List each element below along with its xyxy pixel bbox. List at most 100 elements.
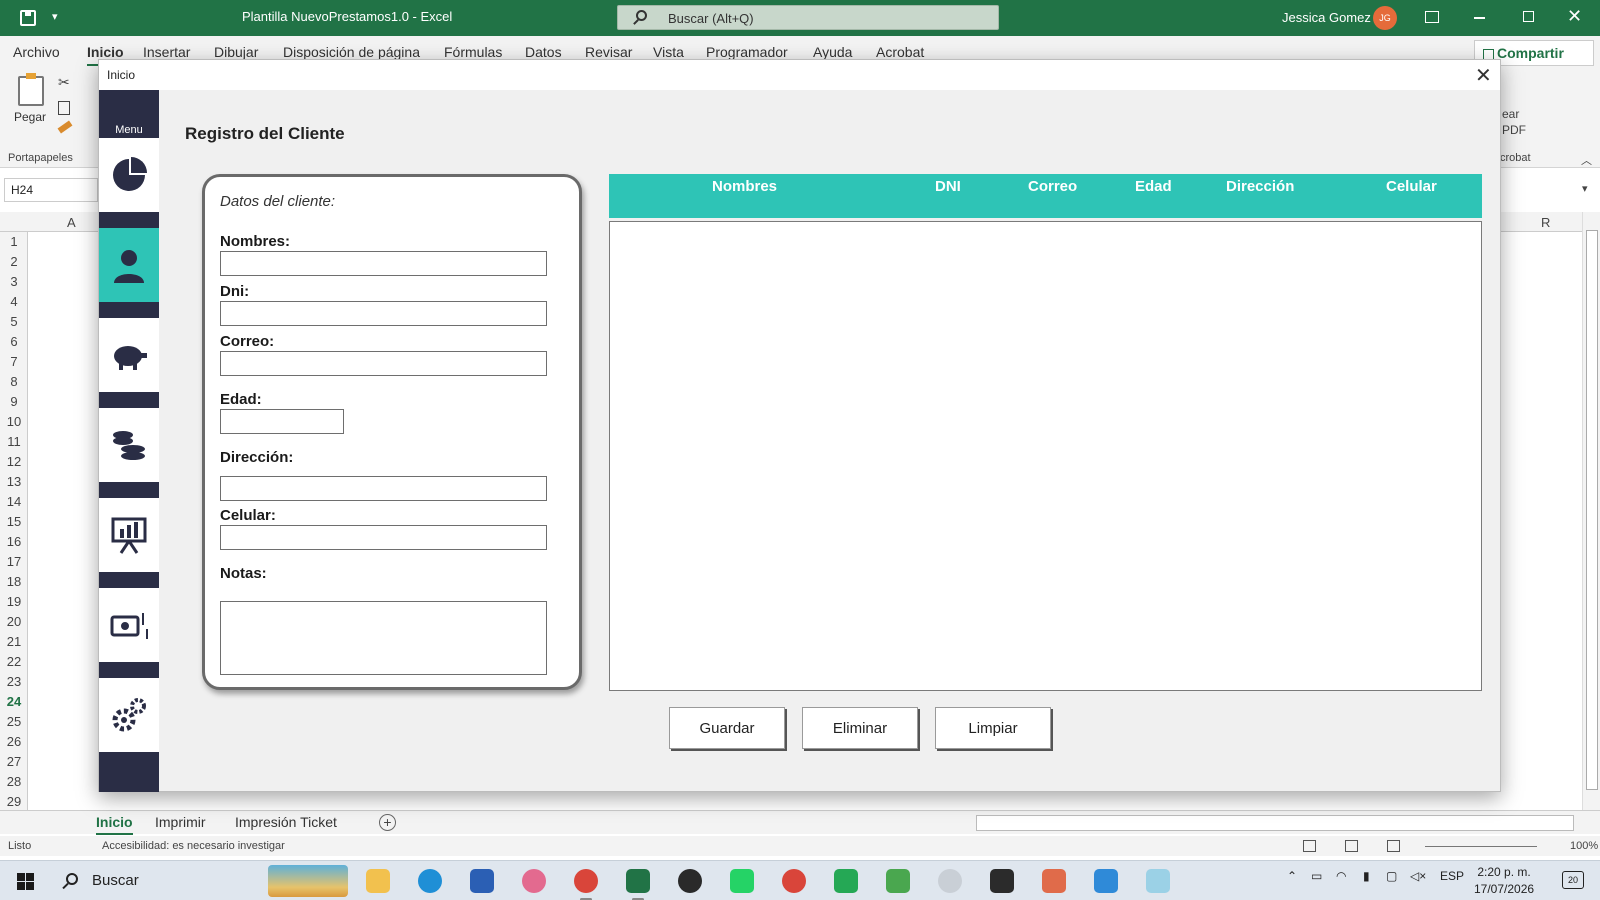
notifications-badge[interactable]: 20 bbox=[1562, 871, 1584, 889]
chrome-profile-icon[interactable] bbox=[782, 869, 806, 893]
row-header[interactable]: 2 bbox=[0, 254, 28, 269]
copy-icon[interactable] bbox=[58, 101, 70, 115]
chrome-profile-2-icon[interactable] bbox=[1042, 869, 1066, 893]
grid-column-nombres[interactable]: Nombres bbox=[712, 178, 777, 195]
wifi-icon[interactable]: ◠ bbox=[1336, 869, 1346, 883]
chrome-icon[interactable] bbox=[574, 869, 598, 900]
limpiar-button[interactable]: Limpiar bbox=[935, 707, 1051, 749]
tab-inicio[interactable]: Inicio bbox=[87, 44, 124, 67]
row-header[interactable]: 16 bbox=[0, 534, 28, 549]
row-header[interactable]: 4 bbox=[0, 294, 28, 309]
excel-icon[interactable] bbox=[626, 869, 650, 900]
grid-column-edad[interactable]: Edad bbox=[1135, 178, 1172, 195]
clock[interactable]: 2:20 p. m. 17/07/2026 bbox=[1474, 864, 1534, 898]
row-header[interactable]: 9 bbox=[0, 394, 28, 409]
row-header[interactable]: 24 bbox=[0, 694, 28, 709]
row-header[interactable]: 5 bbox=[0, 314, 28, 329]
row-header[interactable]: 6 bbox=[0, 334, 28, 349]
edad-input[interactable] bbox=[220, 409, 344, 434]
accessibility-status[interactable]: Accesibilidad: es necesario investigar bbox=[102, 840, 285, 852]
row-header[interactable]: 20 bbox=[0, 614, 28, 629]
correo-input[interactable] bbox=[220, 351, 547, 376]
menu-item-coins[interactable] bbox=[99, 408, 159, 482]
row-header[interactable]: 10 bbox=[0, 414, 28, 429]
notas-textarea[interactable] bbox=[220, 601, 547, 675]
tab-datos[interactable]: Datos bbox=[525, 44, 562, 60]
menu-item-dashboard[interactable] bbox=[99, 138, 159, 212]
volume-muted-icon[interactable]: ◁× bbox=[1410, 869, 1426, 883]
row-header[interactable]: 11 bbox=[0, 434, 28, 449]
sheet-tab-impresion-ticket[interactable]: Impresión Ticket bbox=[235, 814, 337, 830]
tab-revisar[interactable]: Revisar bbox=[585, 44, 632, 60]
row-header[interactable]: 29 bbox=[0, 794, 28, 809]
ribbon-display-options-icon[interactable] bbox=[1425, 11, 1439, 23]
whatsapp-business-icon[interactable] bbox=[834, 869, 858, 893]
celular-input[interactable] bbox=[220, 525, 547, 550]
page-break-view-icon[interactable] bbox=[1387, 840, 1400, 852]
menu-item-clients[interactable] bbox=[99, 228, 159, 302]
normal-view-icon[interactable] bbox=[1303, 840, 1316, 852]
expand-formula-bar-icon[interactable]: ▾ bbox=[1582, 182, 1588, 195]
row-header[interactable]: 1 bbox=[0, 234, 28, 249]
tab-insertar[interactable]: Insertar bbox=[143, 44, 190, 60]
tab-programador[interactable]: Programador bbox=[706, 44, 788, 60]
tab-ayuda[interactable]: Ayuda bbox=[813, 44, 852, 60]
paint-icon[interactable] bbox=[1146, 869, 1170, 893]
row-header[interactable]: 13 bbox=[0, 474, 28, 489]
row-header[interactable]: 7 bbox=[0, 354, 28, 369]
grid-column-dni[interactable]: DNI bbox=[935, 178, 961, 195]
tab-archivo[interactable]: Archivo bbox=[13, 44, 60, 60]
row-header[interactable]: 14 bbox=[0, 494, 28, 509]
microphone-icon[interactable]: ▮ bbox=[1363, 869, 1370, 883]
row-header[interactable]: 21 bbox=[0, 634, 28, 649]
format-painter-icon[interactable] bbox=[57, 120, 73, 134]
nombres-input[interactable] bbox=[220, 251, 547, 276]
display-icon[interactable]: ▢ bbox=[1386, 869, 1397, 883]
app-blue-icon[interactable] bbox=[1094, 869, 1118, 893]
form-close-icon[interactable]: ✕ bbox=[1475, 63, 1492, 88]
google-drive-icon[interactable] bbox=[886, 869, 910, 893]
show-hidden-icons-icon[interactable]: ⌃ bbox=[1287, 869, 1297, 883]
row-header[interactable]: 28 bbox=[0, 774, 28, 789]
row-header[interactable]: 17 bbox=[0, 554, 28, 569]
add-sheet-icon[interactable]: + bbox=[379, 814, 396, 831]
windows-start-icon[interactable] bbox=[17, 873, 34, 890]
paste-label[interactable]: Pegar bbox=[14, 110, 46, 124]
tab-disposicion[interactable]: Disposición de página bbox=[283, 44, 420, 60]
paste-icon[interactable] bbox=[18, 73, 44, 106]
app-launcher-icon[interactable] bbox=[938, 869, 962, 893]
row-header[interactable]: 22 bbox=[0, 654, 28, 669]
word-icon[interactable] bbox=[470, 869, 494, 893]
row-header[interactable]: 18 bbox=[0, 574, 28, 589]
battery-icon[interactable]: ▭ bbox=[1311, 869, 1322, 883]
quick-access-caret-icon[interactable]: ▾ bbox=[52, 10, 58, 23]
create-pdf-label[interactable]: ear PDF bbox=[1502, 106, 1526, 138]
tab-dibujar[interactable]: Dibujar bbox=[214, 44, 258, 60]
row-header[interactable]: 12 bbox=[0, 454, 28, 469]
avatar[interactable]: JG bbox=[1373, 6, 1397, 30]
grid-column-correo[interactable]: Correo bbox=[1028, 178, 1077, 195]
tab-formulas[interactable]: Fórmulas bbox=[444, 44, 502, 60]
taskbar-search[interactable]: Buscar bbox=[60, 865, 350, 897]
row-header[interactable]: 27 bbox=[0, 754, 28, 769]
sticky-notes-icon[interactable] bbox=[990, 869, 1014, 893]
row-header[interactable]: 3 bbox=[0, 274, 28, 289]
page-layout-view-icon[interactable] bbox=[1345, 840, 1358, 852]
dni-input[interactable] bbox=[220, 301, 547, 326]
save-icon[interactable] bbox=[20, 10, 36, 26]
column-header-r[interactable]: R bbox=[1541, 215, 1550, 230]
search-box[interactable]: Buscar (Alt+Q) bbox=[617, 5, 999, 30]
sheet-tab-imprimir[interactable]: Imprimir bbox=[155, 814, 206, 830]
cut-icon[interactable]: ✂ bbox=[58, 74, 70, 91]
row-header[interactable]: 19 bbox=[0, 594, 28, 609]
language-indicator[interactable]: ESP bbox=[1440, 869, 1464, 883]
eliminar-button[interactable]: Eliminar bbox=[802, 707, 918, 749]
restore-icon[interactable] bbox=[1523, 11, 1534, 22]
row-header[interactable]: 15 bbox=[0, 514, 28, 529]
user-name[interactable]: Jessica Gomez bbox=[1282, 10, 1371, 25]
tab-acrobat[interactable]: Acrobat bbox=[876, 44, 924, 60]
zoom-level[interactable]: 100% bbox=[1570, 840, 1598, 852]
direccion-input[interactable] bbox=[220, 476, 547, 501]
grid-column-celular[interactable]: Celular bbox=[1386, 178, 1437, 195]
guardar-button[interactable]: Guardar bbox=[669, 707, 785, 749]
